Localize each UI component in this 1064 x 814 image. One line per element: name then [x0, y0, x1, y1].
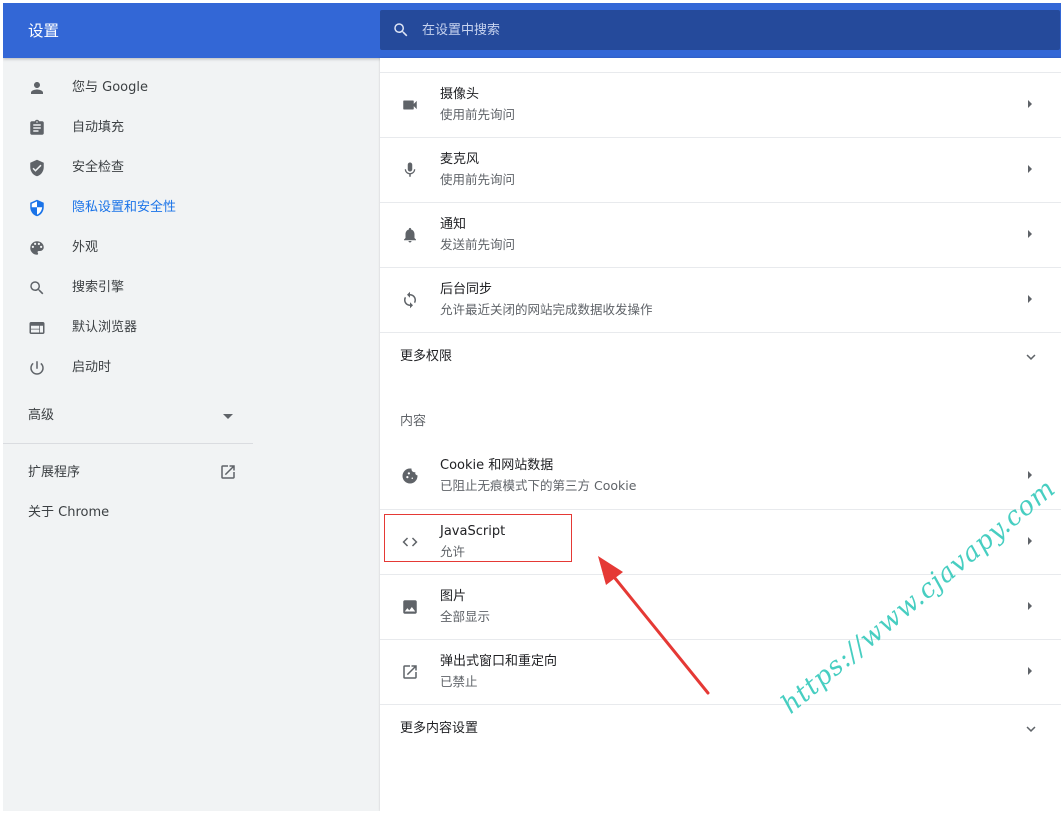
- advanced-label: 高级: [28, 408, 55, 423]
- search-icon: [30, 281, 44, 295]
- setting-subtitle: 已禁止: [440, 674, 478, 689]
- microphone-icon: [404, 162, 416, 177]
- sidebar-link-about-chrome[interactable]: 关于 Chrome: [3, 497, 255, 529]
- clipboard-icon: [30, 119, 44, 135]
- setting-row-background-sync[interactable]: 后台同步 允许最近关闭的网站完成数据收发操作: [380, 267, 1061, 332]
- sidebar-item-default-browser[interactable]: 默认浏览器: [3, 308, 255, 348]
- setting-title: 图片: [440, 589, 467, 604]
- search-input[interactable]: [422, 10, 1022, 50]
- setting-row-cookies[interactable]: Cookie 和网站数据 已阻止无痕模式下的第三方 Cookie: [380, 444, 1061, 508]
- sidebar-item-label: 搜索引擎: [72, 280, 125, 295]
- sidebar-item-safety-check[interactable]: 安全检查: [3, 148, 255, 188]
- sidebar-item-you-and-google[interactable]: 您与 Google: [3, 68, 255, 108]
- more-permissions-label: 更多权限: [400, 349, 453, 364]
- arrow-right-icon: [1028, 667, 1032, 675]
- setting-row-microphone[interactable]: 麦克风 使用前先询问: [380, 137, 1061, 202]
- page-title: 设置: [28, 22, 60, 40]
- arrow-right-icon: [1028, 230, 1032, 238]
- arrow-right-icon: [1028, 100, 1032, 108]
- sidebar-item-label: 隐私设置和安全性: [72, 200, 177, 215]
- setting-subtitle: 允许最近关闭的网站完成数据收发操作: [440, 302, 653, 317]
- more-permissions-toggle[interactable]: 更多权限: [380, 332, 1061, 381]
- browser-window-icon: [29, 322, 45, 334]
- camera-icon: [403, 100, 417, 110]
- caret-down-icon: [223, 414, 233, 419]
- person-icon: [31, 82, 43, 94]
- setting-row-popups[interactable]: 弹出式窗口和重定向 已禁止: [380, 639, 1061, 704]
- sidebar: 您与 Google 自动填充 安全检查 隐私设置和安全性 外观 搜索引擎 默认浏…: [3, 58, 255, 811]
- settings-window: 设置 您与 Google 自动填充 安全检查 隐私设置和安全性 外观: [3, 3, 1061, 811]
- sidebar-item-label: 您与 Google: [72, 80, 148, 95]
- sidebar-divider: [3, 443, 253, 444]
- sidebar-item-privacy-security[interactable]: 隐私设置和安全性: [3, 188, 255, 228]
- setting-row-images[interactable]: 图片 全部显示: [380, 574, 1061, 639]
- arrow-right-icon: [1028, 602, 1032, 610]
- setting-subtitle: 使用前先询问: [440, 172, 516, 187]
- sidebar-item-label: 默认浏览器: [72, 320, 138, 335]
- open-in-new-icon: [221, 465, 235, 479]
- power-icon: [30, 361, 44, 375]
- more-content-settings-label: 更多内容设置: [400, 721, 479, 736]
- palette-icon: [30, 241, 44, 255]
- setting-row-notifications[interactable]: 通知 发送前先询问: [380, 202, 1061, 267]
- sidebar-link-extensions[interactable]: 扩展程序: [3, 457, 255, 489]
- search-icon: [394, 23, 408, 37]
- setting-subtitle: 使用前先询问: [440, 107, 516, 122]
- arrow-right-icon: [1028, 295, 1032, 303]
- setting-title: 摄像头: [440, 87, 480, 102]
- sidebar-item-label: 启动时: [72, 360, 112, 375]
- cookie-icon: [402, 468, 418, 484]
- open-in-new-icon: [403, 665, 417, 679]
- shield-privacy-icon: [30, 199, 44, 217]
- sync-icon: [404, 291, 416, 309]
- arrow-right-icon: [1028, 537, 1032, 545]
- setting-title: 弹出式窗口和重定向: [440, 654, 558, 669]
- setting-subtitle: 已阻止无痕模式下的第三方 Cookie: [440, 478, 637, 493]
- setting-title: 后台同步: [440, 282, 493, 297]
- search-box[interactable]: [380, 10, 1060, 50]
- arrow-right-icon: [1028, 165, 1032, 173]
- shield-check-icon: [30, 159, 44, 177]
- setting-row-camera[interactable]: 摄像头 使用前先询问: [380, 72, 1061, 137]
- setting-subtitle: 允许: [440, 544, 466, 559]
- setting-title: 麦克风: [440, 152, 480, 167]
- more-content-settings-toggle[interactable]: 更多内容设置: [380, 704, 1061, 753]
- bell-icon: [404, 227, 416, 243]
- sidebar-item-appearance[interactable]: 外观: [3, 228, 255, 268]
- sidebar-item-search-engine[interactable]: 搜索引擎: [3, 268, 255, 308]
- sidebar-item-label: 自动填充: [72, 120, 125, 135]
- arrow-right-icon: [1028, 471, 1032, 479]
- about-chrome-label: 关于 Chrome: [28, 505, 110, 520]
- header-toolbar: 设置: [3, 3, 1061, 58]
- sidebar-item-label: 外观: [72, 240, 99, 255]
- setting-title: 通知: [440, 217, 467, 232]
- image-icon: [403, 600, 417, 614]
- sidebar-item-autofill[interactable]: 自动填充: [3, 108, 255, 148]
- setting-subtitle: 全部显示: [440, 609, 491, 624]
- sidebar-item-label: 安全检查: [72, 160, 125, 175]
- setting-title: Cookie 和网站数据: [440, 458, 554, 473]
- extensions-label: 扩展程序: [28, 465, 81, 480]
- chevron-down-icon: [1026, 726, 1036, 732]
- chevron-down-icon: [1026, 354, 1036, 360]
- section-heading-content: 内容: [400, 414, 427, 429]
- sidebar-item-on-startup[interactable]: 启动时: [3, 348, 255, 388]
- setting-subtitle: 发送前先询问: [440, 237, 516, 252]
- setting-title: JavaScript: [440, 524, 506, 539]
- advanced-toggle[interactable]: 高级: [3, 398, 255, 434]
- code-icon: [402, 537, 418, 547]
- settings-content-card: 摄像头 使用前先询问 麦克风 使用前先询问 通知 发送前先询问 后台同步 允许最…: [380, 58, 1061, 811]
